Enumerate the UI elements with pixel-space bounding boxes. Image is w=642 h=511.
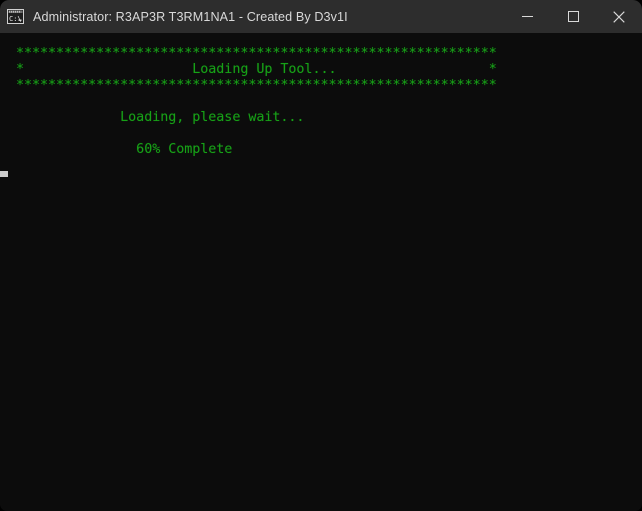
minimize-icon xyxy=(521,11,533,22)
svg-text:C:\: C:\ xyxy=(9,15,22,23)
text-cursor xyxy=(0,171,8,177)
maximize-icon xyxy=(567,11,579,22)
close-button[interactable] xyxy=(596,0,642,33)
title-bar[interactable]: C:\ Administrator: R3AP3R T3RM1NA1 - Cre… xyxy=(0,0,642,33)
window-title: Administrator: R3AP3R T3RM1NA1 - Created… xyxy=(33,9,348,24)
minimize-button[interactable] xyxy=(504,0,550,33)
console-output-area[interactable]: ****************************************… xyxy=(0,33,642,511)
console-text: ****************************************… xyxy=(16,46,497,157)
maximize-button[interactable] xyxy=(550,0,596,33)
terminal-window: C:\ Administrator: R3AP3R T3RM1NA1 - Cre… xyxy=(0,0,642,511)
cmd-prompt-icon: C:\ xyxy=(7,9,24,24)
window-controls xyxy=(504,0,642,33)
close-icon xyxy=(613,10,625,23)
